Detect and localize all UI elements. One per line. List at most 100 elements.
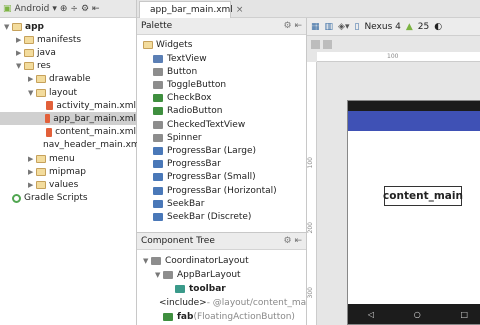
component-tree-title: Component Tree [141,236,215,246]
component-tree-item[interactable]: ▼ CoordinatorLayout [137,254,306,267]
xml-file-icon [46,101,54,111]
theme-icon[interactable]: ◐ [434,22,442,32]
component-label: fab [177,311,194,322]
project-tree-item[interactable]: ▶ drawable [0,73,136,86]
design-toolbar: ▦ ▥ ◈▾ ▯ Nexus 4 ▲ 25 ◐ [307,18,480,36]
app-bar[interactable] [348,111,480,131]
editor-area: app_bar_main.xml × Palette ⚙ ⇤ Widgets T… [137,0,480,325]
design-canvas[interactable]: 100 100 200 300 content_main ◁ ○ □ [307,36,480,325]
chevron-icon[interactable]: ▶ [28,155,36,163]
palette-item[interactable]: SeekBar (Discrete) [137,210,306,223]
folder-icon [36,180,46,189]
palette-settings-icon[interactable]: ⚙ ⇤ [284,21,302,31]
project-tree-item[interactable]: ▶ java [0,46,136,59]
project-toolbar: ▣ Android ▾ ⊕ ÷ ⚙ ⇤ [0,0,136,18]
project-tree-item[interactable]: nav_header_main.xml [0,139,142,152]
recents-icon: □ [460,309,469,319]
design-view-icon[interactable]: ▦ [311,22,320,32]
component-tree-item[interactable]: ▼ AppBarLayout [137,268,306,281]
palette-title: Palette [141,21,173,31]
chevron-icon[interactable]: ▼ [143,257,151,265]
component-tree-settings-icon[interactable]: ⚙ ⇤ [284,236,302,246]
palette-item[interactable]: ProgressBar (Small) [137,171,306,184]
project-tree-label: activity_main.xml [56,100,136,111]
android-icon: ▣ [3,3,12,14]
palette-item-label: TextView [167,53,207,64]
palette-item[interactable]: ToggleButton [137,78,306,91]
palette-item[interactable]: RadioButton [137,105,306,118]
chevron-icon[interactable]: ▼ [16,62,24,70]
project-tree-item[interactable]: Gradle Scripts [0,192,136,205]
palette-item[interactable]: ProgressBar (Horizontal) [137,184,306,197]
orientation-icon[interactable]: ◈▾ [338,22,349,32]
project-tree-item[interactable]: ▼ res [0,60,136,73]
content-main-include[interactable]: content_main [383,186,463,206]
component-label: toolbar [189,283,226,294]
palette-item[interactable]: Button [137,65,306,78]
zoom-out-icon[interactable] [311,40,320,49]
chevron-icon[interactable]: ▶ [28,75,36,83]
project-tree-item[interactable]: ▼ layout [0,86,136,99]
chevron-icon[interactable]: ▶ [28,181,36,189]
widget-icon [153,199,163,208]
component-tree-item[interactable]: <include> - @layout/content_main [137,296,314,309]
palette-item[interactable]: ProgressBar (Large) [137,144,306,157]
close-icon[interactable]: × [236,5,244,15]
palette-item[interactable]: TextView [137,52,306,65]
palette-item[interactable]: Spinner [137,131,306,144]
tab-app-bar-main[interactable]: app_bar_main.xml × [139,1,243,18]
project-tree-item[interactable]: ▶ menu [0,152,136,165]
palette-item-label: Button [167,66,198,77]
hide-icon[interactable]: ⇤ [92,4,100,14]
palette-item[interactable]: ProgressBar [137,158,306,171]
project-tree-label: mipmap [49,166,86,177]
android-api-icon: ▲ [405,21,413,32]
palette-item-label: RadioButton [167,106,223,117]
component-tree-item[interactable]: fab (FloatingActionButton) [137,310,306,323]
widget-icon [153,173,163,182]
palette-item-label: ProgressBar (Large) [167,145,257,156]
palette-group-label: Widgets [156,39,193,50]
status-bar [348,101,480,111]
widget-icon [153,133,163,142]
component-icon [163,270,173,279]
chevron-icon[interactable]: ▼ [4,23,12,31]
device-selector[interactable]: Nexus 4 [364,22,400,32]
gear-icon[interactable]: ⚙ [81,4,89,14]
palette-group-widgets[interactable]: Widgets [137,38,306,51]
project-tree-item[interactable]: app_bar_main.xml [0,112,136,126]
widget-icon [153,120,163,129]
sync-icon[interactable]: ⊕ [60,4,68,14]
project-tree-item[interactable]: ▶ manifests [0,33,136,46]
project-tree-item[interactable]: ▶ values [0,178,136,191]
blueprint-view-icon[interactable]: ▥ [325,22,334,32]
zoom-in-icon[interactable] [323,40,332,49]
project-view-selector[interactable]: Android [15,4,50,14]
widget-icon [153,146,163,155]
palette-item[interactable]: CheckBox [137,92,306,105]
folder-icon [36,75,46,84]
back-icon: ◁ [367,309,375,319]
chevron-icon[interactable]: ▶ [16,49,24,57]
project-tree-item[interactable]: activity_main.xml [0,99,136,112]
editor-tabbar: app_bar_main.xml × [137,0,480,18]
project-tree-item[interactable]: ▼ app [0,20,136,33]
ruler-mark-left: 100 [307,157,314,169]
palette-item[interactable]: SeekBar [137,197,306,210]
chevron-icon[interactable]: ▶ [16,36,24,44]
chevron-icon[interactable]: ▼ [28,89,36,97]
xml-file-icon [45,127,53,137]
chevron-icon[interactable]: ▶ [28,168,36,176]
component-tree-header: Component Tree ⚙ ⇤ [137,233,306,250]
collapse-icon[interactable]: ÷ [70,4,78,14]
device-preview[interactable]: content_main ◁ ○ □ [347,100,480,325]
project-tree-item[interactable]: ▶ mipmap [0,165,136,178]
chevron-down-icon[interactable]: ▾ [52,4,57,14]
api-selector[interactable]: 25 [418,22,429,32]
component-tree-item[interactable]: toolbar [137,282,306,295]
project-tree-label: values [49,179,79,190]
project-tree-item[interactable]: content_main.xml [0,126,136,139]
palette-item[interactable]: CheckedTextView [137,118,306,131]
project-pane: ▣ Android ▾ ⊕ ÷ ⚙ ⇤ ▼ app ▶ manifests ▶ java ▼… [0,0,142,325]
chevron-icon[interactable]: ▼ [155,271,163,279]
